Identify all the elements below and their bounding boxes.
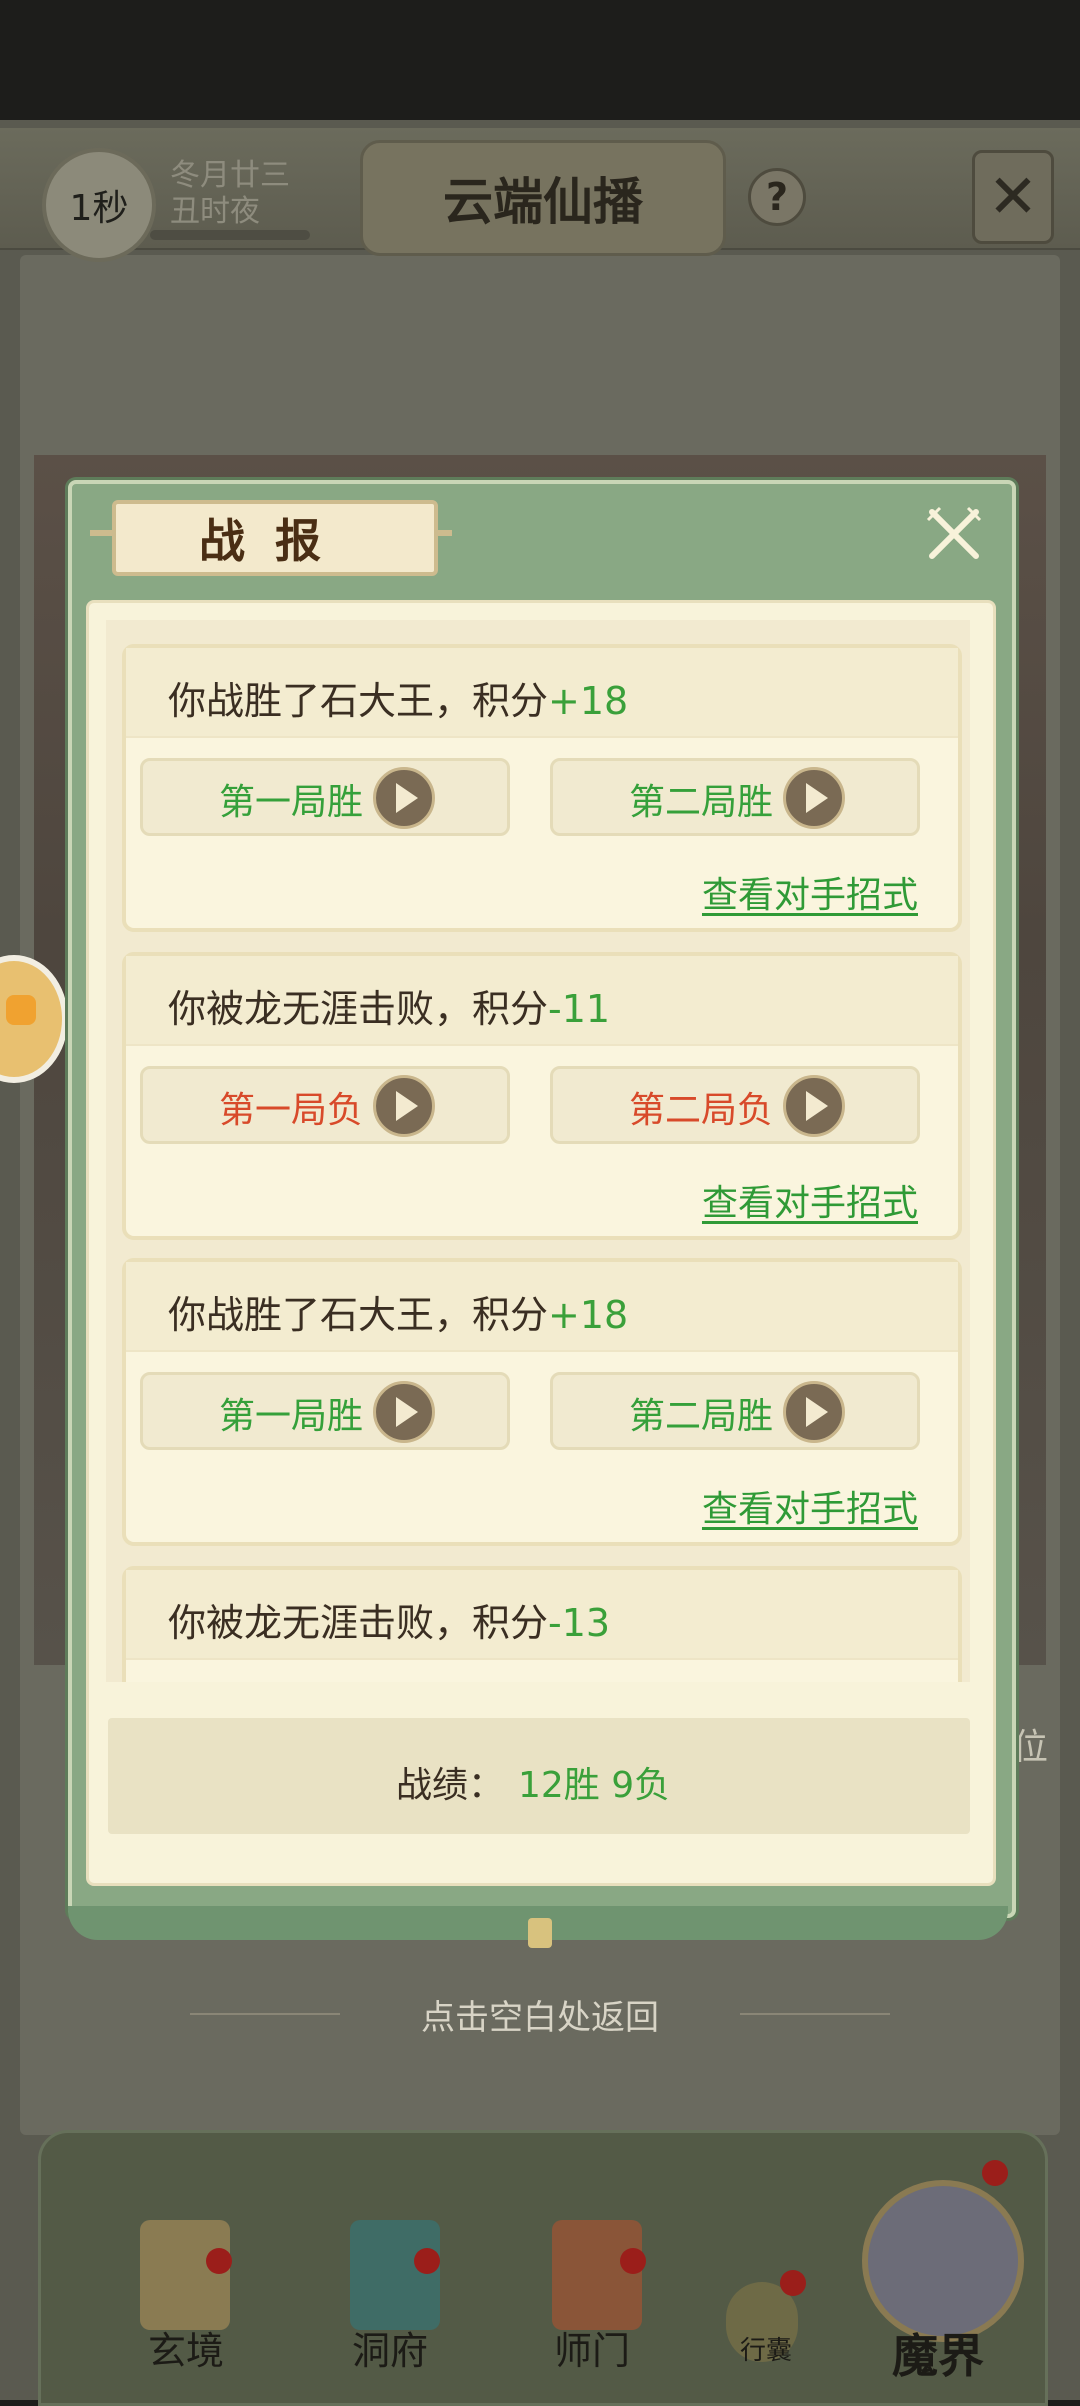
record-result-text: 你被龙无涯击败，积分-13 [168,1601,611,1645]
view-opponent-moves-link[interactable]: 查看对手招式 [702,1174,918,1226]
plaque-ornament [90,530,114,536]
scroll-icon [140,2220,230,2330]
play-icon [373,767,435,829]
record-header: 你被龙无涯击败，积分-11 [126,956,958,1046]
play-icon [783,767,845,829]
score-delta: -13 [548,1601,611,1645]
record-result-text: 你被龙无涯击败，积分-11 [168,987,611,1031]
page-title: 云端仙播 [360,140,726,256]
dismiss-hint[interactable]: 点击空白处返回 [0,1990,1080,2039]
score-delta: +18 [548,679,629,723]
record-header: 你战胜了石大王，积分+18 [126,1262,958,1352]
nav-item-mojie[interactable]: 魔界 [858,2320,1018,2386]
notification-dot [780,2270,806,2296]
view-opponent-moves-link[interactable]: 查看对手招式 [702,1480,918,1532]
battle-record-list[interactable]: 你战胜了石大王，积分+18 第一局胜 第二局胜 查看对手招式 你被龙无涯击败，积… [106,620,970,1682]
background-side-text: 位 [1012,1727,1049,1768]
round-1-button[interactable]: 第一局胜 [140,1372,510,1450]
round-2-button[interactable]: 第二局负 [550,1066,920,1144]
round-label: 第二局胜 [629,782,774,823]
battle-record-card: 你被龙无涯击败，积分-11 第一局负 第二局负 查看对手招式 [122,952,962,1240]
modal-close-icon[interactable] [924,504,984,564]
timer-badge: 1秒 [42,148,156,262]
banner-icon [552,2220,642,2330]
notification-dot [982,2160,1008,2186]
score-delta: -11 [548,987,611,1031]
notification-dot [206,2248,232,2274]
record-result-text: 你战胜了石大王，积分+18 [168,679,629,723]
nav-item-xuanjing[interactable]: 玄境 [106,2320,266,2375]
round-2-button[interactable]: 第二局胜 [550,758,920,836]
gamepad-icon [6,995,36,1025]
record-result-text: 你战胜了石大王，积分+18 [168,1293,629,1337]
modal-title: 战报 [112,500,438,576]
notification-dot [620,2248,646,2274]
view-opponent-moves-link[interactable]: 查看对手招式 [702,866,918,918]
battle-record-card: 你战胜了石大王，积分+18 第一局胜 第二局胜 查看对手招式 [122,644,962,932]
score-delta: +18 [548,1293,629,1337]
round-label: 第二局负 [629,1090,774,1131]
nav-item-shimen[interactable]: 师门 [512,2320,672,2375]
nav-item-dongfu[interactable]: 洞府 [310,2320,470,2375]
round-label: 第一局负 [219,1090,364,1131]
time-line: 丑时夜 [170,194,260,229]
round-label: 第一局胜 [219,782,364,823]
battle-record-card: 你被龙无涯击败，积分-13 [122,1566,962,1682]
close-icon[interactable]: ✕ [972,150,1054,244]
palace-icon [350,2220,440,2330]
round-label: 第一局胜 [219,1396,364,1437]
summary-label: 战绩： [396,1765,505,1806]
record-header: 你战胜了石大王，积分+18 [126,648,958,738]
record-header: 你被龙无涯击败，积分-13 [126,1570,958,1660]
round-1-button[interactable]: 第一局负 [140,1066,510,1144]
round-label: 第二局胜 [629,1396,774,1437]
play-icon [783,1075,845,1137]
battle-record-card: 你战胜了石大王，积分+18 第一局胜 第二局胜 查看对手招式 [122,1258,962,1546]
ornament-icon [528,1918,552,1948]
demon-realm-portrait [862,2180,1024,2342]
nav-item-xingnang[interactable]: 行囊 [686,2330,846,2367]
play-icon [783,1381,845,1443]
play-icon [373,1381,435,1443]
notification-dot [414,2248,440,2274]
time-progress-bar [150,230,310,240]
round-1-button[interactable]: 第一局胜 [140,758,510,836]
summary-value: 12胜 9负 [518,1765,671,1806]
play-icon [373,1075,435,1137]
help-icon[interactable]: ? [748,168,806,226]
round-2-button[interactable]: 第二局胜 [550,1372,920,1450]
